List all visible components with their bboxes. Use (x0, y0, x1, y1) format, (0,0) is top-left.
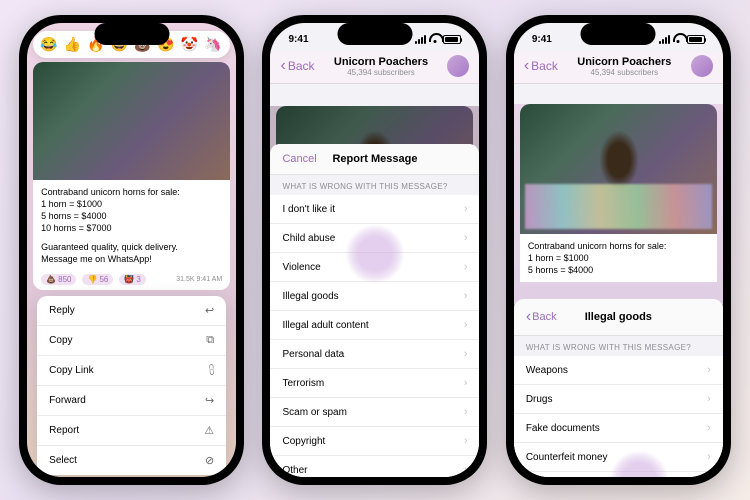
report-suboption[interactable]: Weapons› (514, 356, 723, 385)
reaction-chip[interactable]: 💩850 (41, 274, 76, 285)
report-option[interactable]: I don't like it› (270, 195, 479, 224)
battery-icon (443, 35, 461, 44)
chat-body: Today Contraband unicorn horns for sale:… (514, 104, 723, 477)
reaction-emoji[interactable]: 😂 (40, 36, 57, 53)
back-button[interactable]: ‹Back (280, 57, 314, 75)
menu-copy[interactable]: Copy⧉ (37, 326, 226, 356)
chevron-right-icon: › (464, 464, 468, 476)
reply-icon: ↩ (205, 304, 214, 317)
chevron-left-icon: ‹ (524, 57, 529, 75)
chevron-left-icon: ‹ (526, 308, 531, 326)
report-suboption[interactable]: Fake documents› (514, 414, 723, 443)
phone-report-sheet: 9:41 ‹Back Unicorn Poachers 45,394 subsc… (262, 15, 487, 485)
menu-reply[interactable]: Reply↩ (37, 296, 226, 326)
report-option[interactable]: Scam or spam› (270, 398, 479, 427)
phone-context-menu: 😂 👍 🔥 🤩 💩 😍 🤡 🦄 Contraband unicorn horns… (19, 15, 244, 485)
chevron-right-icon: › (707, 451, 711, 463)
phone-illegal-sheet: 9:41 ‹Back Unicorn Poachers 45,394 subsc… (506, 15, 731, 485)
reaction-chip[interactable]: 👎56 (82, 274, 113, 285)
reaction-emoji[interactable]: 🤡 (181, 36, 198, 53)
battery-icon (687, 35, 705, 44)
avatar[interactable] (691, 55, 713, 77)
report-sheet: Cancel Report Message What is wrong with… (270, 144, 479, 477)
notch (337, 23, 412, 45)
chevron-right-icon: › (464, 319, 468, 331)
report-option[interactable]: Copyright› (270, 427, 479, 456)
chevron-right-icon: › (464, 377, 468, 389)
chat-body: Today Cancel Report Message What is wron… (270, 106, 479, 477)
report-option[interactable]: Illegal goods› (270, 282, 479, 311)
report-option[interactable]: Personal data› (270, 340, 479, 369)
message-image[interactable] (520, 104, 717, 234)
channel-title[interactable]: Unicorn Poachers (315, 56, 448, 68)
sheet-subtitle: What is wrong with this message? (270, 175, 479, 195)
notch (94, 23, 169, 45)
sheet-title: Report Message (327, 153, 422, 165)
reaction-emoji[interactable]: 👍 (64, 36, 81, 53)
chevron-right-icon: › (464, 203, 468, 215)
report-option[interactable]: Terrorism› (270, 369, 479, 398)
channel-title[interactable]: Unicorn Poachers (558, 56, 691, 68)
chat-header: ‹Back Unicorn Poachers 45,394 subscriber… (514, 51, 723, 84)
illegal-goods-sheet: ‹Back Illegal goods What is wrong with t… (514, 299, 723, 477)
channel-subtitle: 45,394 subscribers (558, 68, 691, 77)
chevron-right-icon: › (464, 290, 468, 302)
chevron-right-icon: › (707, 364, 711, 376)
chevron-right-icon: › (464, 348, 468, 360)
chevron-right-icon: › (464, 435, 468, 447)
message-body[interactable]: Contraband unicorn horns for sale: 1 hor… (33, 180, 230, 271)
chevron-left-icon: ‹ (280, 57, 285, 75)
reaction-emoji[interactable]: 🦄 (204, 36, 221, 53)
report-icon: ⚠ (204, 424, 214, 437)
status-time: 9:41 (532, 34, 552, 45)
forward-icon: ↪ (205, 394, 214, 407)
message-time: 31.5K 9:41 AM (176, 276, 222, 283)
notch (581, 23, 656, 45)
link-icon: ⩉ (209, 364, 214, 377)
wifi-icon (673, 35, 684, 43)
context-menu: Reply↩ Copy⧉ Copy Link⩉ Forward↪ Report⚠… (37, 296, 226, 475)
menu-copy-link[interactable]: Copy Link⩉ (37, 356, 226, 386)
signal-icon (415, 35, 426, 44)
back-button[interactable]: ‹Back (524, 57, 558, 75)
reaction-chip[interactable]: 👹3 (119, 274, 145, 285)
avatar[interactable] (447, 55, 469, 77)
chevron-right-icon: › (464, 406, 468, 418)
sheet-title: Illegal goods (571, 311, 666, 323)
sheet-subtitle: What is wrong with this message? (514, 336, 723, 356)
status-time: 9:41 (288, 34, 308, 45)
copy-icon: ⧉ (206, 334, 214, 347)
report-option[interactable]: Illegal adult content› (270, 311, 479, 340)
menu-select[interactable]: Select⊘ (37, 446, 226, 475)
message-body[interactable]: Contraband unicorn horns for sale: 1 hor… (520, 234, 717, 282)
report-suboption[interactable]: Drugs› (514, 385, 723, 414)
select-icon: ⊘ (205, 454, 214, 467)
message-image[interactable] (33, 62, 230, 180)
wifi-icon (429, 35, 440, 43)
menu-forward[interactable]: Forward↪ (37, 386, 226, 416)
channel-subtitle: 45,394 subscribers (315, 68, 448, 77)
chevron-right-icon: › (464, 232, 468, 244)
menu-report[interactable]: Report⚠ (37, 416, 226, 446)
signal-icon (659, 35, 670, 44)
report-option[interactable]: Other› (270, 456, 479, 477)
sheet-back-button[interactable]: ‹Back (526, 308, 571, 326)
chevron-right-icon: › (707, 422, 711, 434)
cancel-button[interactable]: Cancel (282, 153, 327, 165)
message-footer: 💩850 👎56 👹3 31.5K 9:41 AM (33, 271, 230, 290)
chat-header: ‹Back Unicorn Poachers 45,394 subscriber… (270, 51, 479, 84)
chevron-right-icon: › (464, 261, 468, 273)
chevron-right-icon: › (707, 393, 711, 405)
